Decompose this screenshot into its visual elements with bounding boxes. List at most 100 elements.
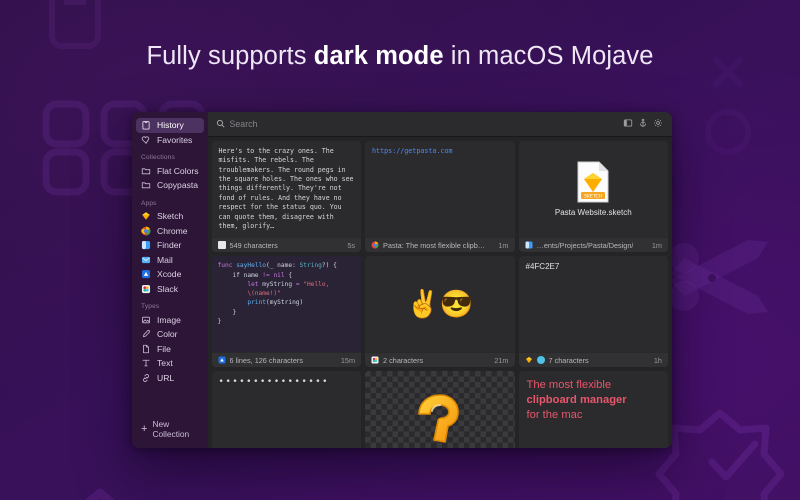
clip-card-file[interactable]: SKETCH Pasta Website.sketch …ents/Projec… [518,141,668,253]
clip-preview: #4FC2E7 [519,256,668,352]
clip-card-emoji[interactable]: ✌️😎 2 characters 21m [365,256,515,368]
clip-card-url[interactable]: https://getpasta.com Pasta: The most fle… [365,141,515,253]
sidebar-section-collections: Collections [141,154,175,161]
headline-part-after: in macOS Mojave [443,42,654,70]
clip-meta: 2 characters [383,355,424,365]
file-preview: SKETCH Pasta Website.sketch [519,141,668,237]
clip-preview: ✌️😎 [365,256,514,352]
new-collection-button[interactable]: + New Collection [132,419,208,448]
mail-app-icon [141,255,151,265]
clip-card-image[interactable]: 512 × 512 px 1h [365,371,515,448]
clip-footer: 549 characters 5s [211,237,362,253]
clip-code-content: func sayHello(_ name: String?) { if name… [211,256,362,353]
clip-card-styled-text[interactable]: The most flexible clipboard manager for … [518,371,668,448]
pin-button[interactable] [635,117,650,132]
xcode-app-icon [218,356,226,364]
sidebar-item-label: Text [157,358,173,369]
search-icon [216,115,225,133]
sidebar-item-label: Chrome [157,225,188,236]
clipboard-icon [141,120,151,130]
clip-meta: 7 characters [548,355,589,365]
clip-card-text[interactable]: Here's to the crazy ones. The misfits. T… [211,141,362,253]
sidebar-item-text[interactable]: Text [136,356,204,371]
clip-card-color[interactable]: #4FC2E7 7 characters 1h [518,256,668,368]
clip-password-content: •••••••••••••••• [218,377,330,388]
finder-app-icon [525,241,533,249]
sidebar-toggle-icon [623,115,633,133]
sidebar-item-slack[interactable]: Slack [136,282,204,297]
clip-preview: https://getpasta.com [365,141,514,237]
pasta-app-window: History Favorites Collections Flat Color… [132,112,672,448]
clip-footer: 6 lines, 126 characters 15m [211,352,362,368]
file-name: Pasta Website.sketch [554,208,632,218]
sidebar-item-flat-colors[interactable]: Flat Colors [136,164,204,179]
toolbar [207,112,672,137]
clip-time: 15m [340,355,356,365]
sidebar-item-image[interactable]: Image [136,313,204,328]
sidebar-item-label: Finder [157,240,182,251]
settings-button[interactable] [650,117,665,132]
sidebar-item-label: Copypasta [157,180,199,191]
finder-app-icon [141,240,151,250]
clip-card-code[interactable]: func sayHello(_ name: String?) { if name… [211,256,362,368]
sidebar-item-label: File [157,343,171,354]
clip-card-password[interactable]: •••••••••••••••• 16 characters 1h [211,371,362,448]
chrome-app-icon [371,241,379,249]
sketch-app-icon [141,211,151,221]
sidebar-item-color[interactable]: Color [136,327,204,342]
search-input[interactable] [229,119,390,129]
search-field-wrap[interactable] [216,115,620,133]
sidebar-item-label: Color [157,329,178,340]
folder-icon [141,166,151,176]
clip-time: 1h [653,355,662,365]
clip-url-content: https://getpasta.com [372,147,453,155]
sidebar-item-copypasta[interactable]: Copypasta [136,178,204,193]
text-icon [141,358,151,368]
sidebar-item-favorites[interactable]: Favorites [136,133,204,148]
sidebar-item-label: Favorites [157,134,193,145]
sidebar-item-label: Sketch [157,211,184,222]
clip-time: 5s [347,240,356,250]
clip-preview: Here's to the crazy ones. The misfits. T… [212,141,361,237]
sidebar-item-chrome[interactable]: Chrome [136,224,204,239]
clip-preview: func sayHello(_ name: String?) { if name… [211,256,362,353]
sidebar-item-label: Flat Colors [157,165,199,176]
sidebar-item-history[interactable]: History [136,118,204,133]
clip-meta: 549 characters [229,240,278,250]
clip-meta: …ents/Projects/Pasta/Design/ [536,240,634,250]
sketch-app-icon [525,356,533,364]
clip-time: 1m [498,240,509,250]
clip-preview: SKETCH Pasta Website.sketch [519,141,668,237]
sidebar-item-xcode[interactable]: Xcode [136,267,204,282]
clip-emoji-content: ✌️😎 [406,288,474,319]
styled-line-1: The most flexible [526,379,612,392]
sidebar-section-types: Types [141,303,160,310]
sidebar-item-mail[interactable]: Mail [136,253,204,268]
sidebar-section-apps: Apps [141,199,157,207]
slack-app-icon [141,284,151,294]
sidebar-item-sketch[interactable]: Sketch [136,209,204,224]
sidebar-item-finder[interactable]: Finder [136,238,204,253]
sidebar-item-file[interactable]: File [136,342,204,357]
clip-footer: Pasta: The most flexible clipb… 1m [365,237,515,253]
eyedropper-icon [141,329,151,339]
link-icon [141,373,151,383]
file-icon [141,344,151,354]
clip-color-value: #4FC2E7 [525,262,560,272]
clip-time: 21m [494,355,509,365]
transparency-checkerboard [365,371,515,448]
clip-footer: 2 characters 21m [365,352,515,368]
toggle-sidebar-button[interactable] [620,117,635,132]
sidebar: History Favorites Collections Flat Color… [132,112,208,448]
chrome-app-icon [141,226,151,236]
text-file-icon [217,241,226,250]
clip-styled-text-content: The most flexible clipboard manager for … [519,371,668,429]
clip-time: 1m [651,240,662,250]
clip-preview [365,371,515,448]
pasta-logo-image [417,393,459,443]
sidebar-item-label: Image [157,314,181,325]
gear-icon [653,115,663,133]
main-pane: Here's to the crazy ones. The misfits. T… [207,112,672,448]
sidebar-item-url[interactable]: URL [136,371,204,386]
anchor-icon [638,115,648,133]
